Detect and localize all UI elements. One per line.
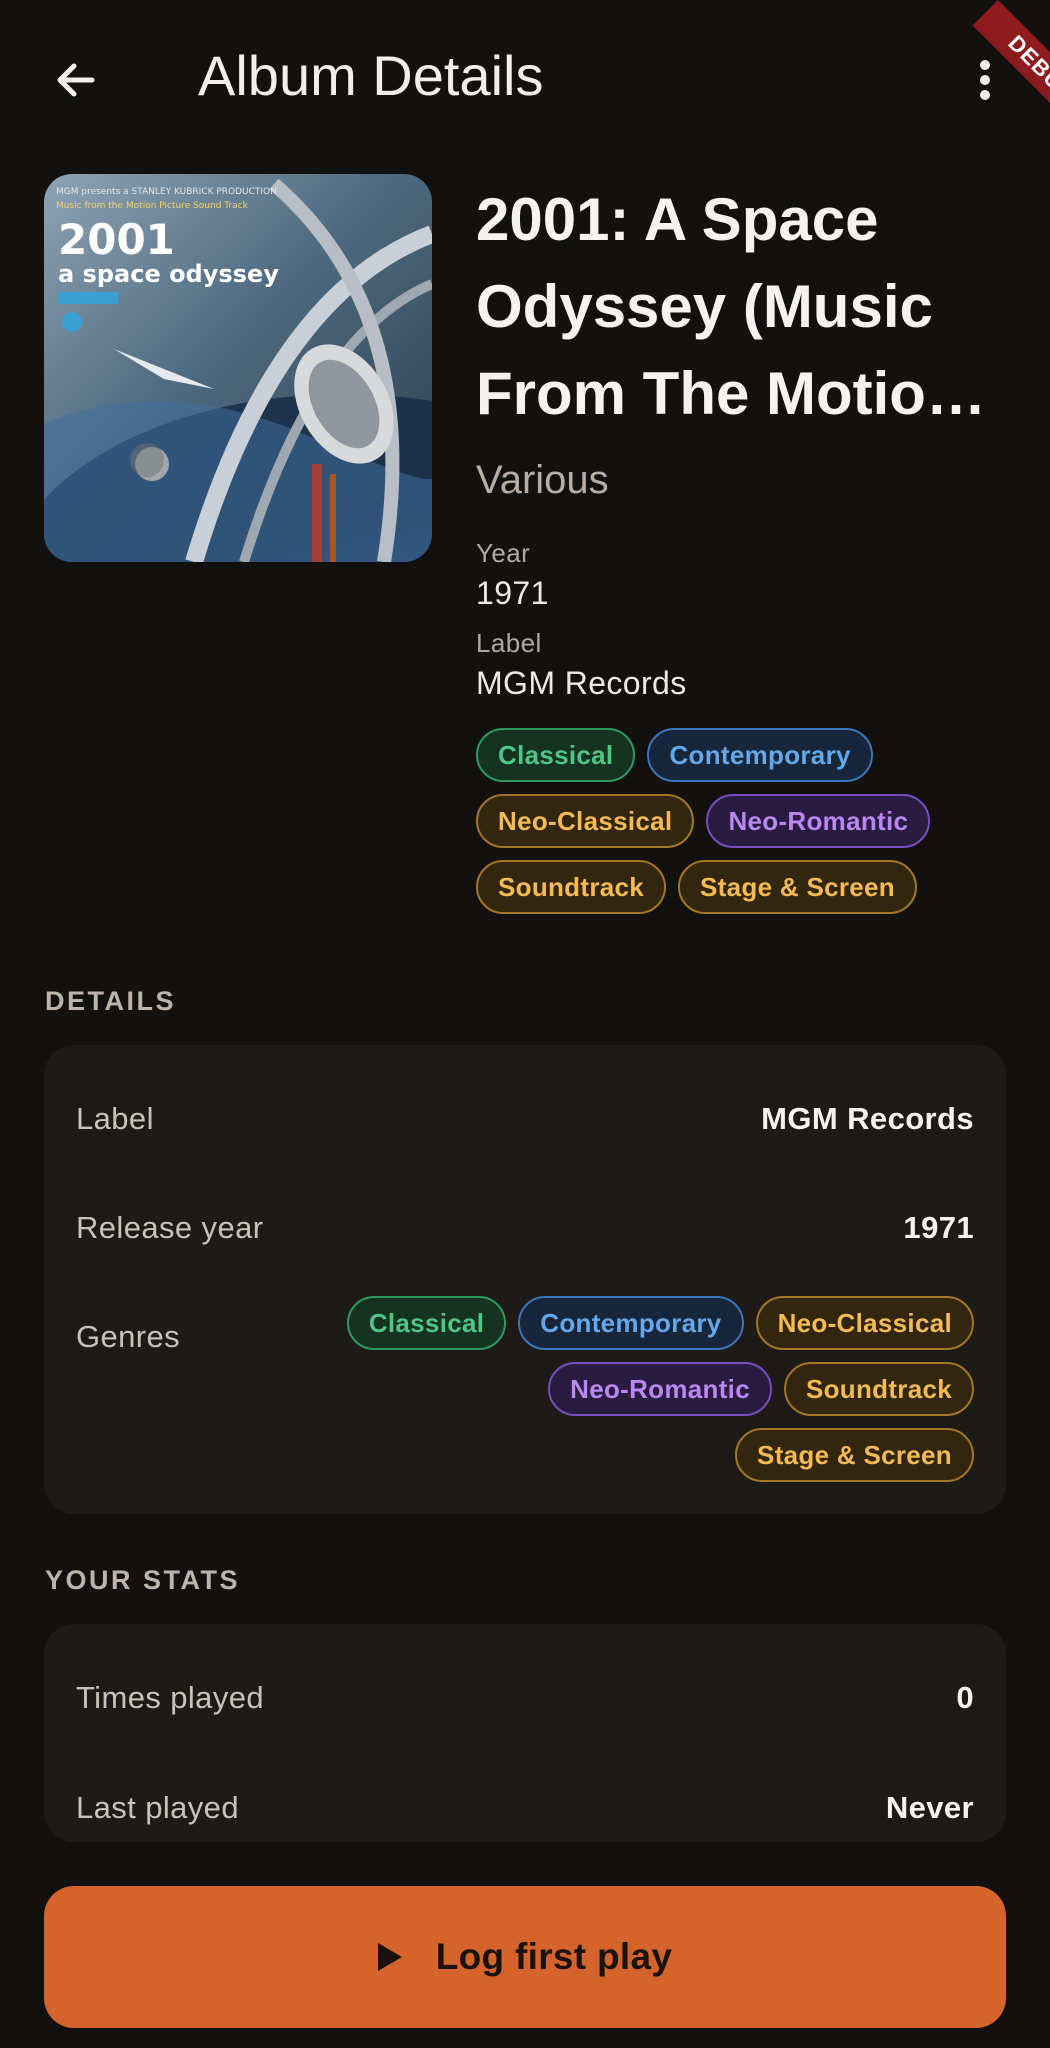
genre-chip[interactable]: Neo-Classical	[476, 794, 695, 848]
album-title: 2001: A Space Odyssey (Music From The Mo…	[476, 186, 963, 427]
times-played-label: Times played	[76, 1680, 264, 1715]
genre-chip[interactable]: Classical	[346, 1296, 507, 1350]
genre-chip[interactable]: Soundtrack	[476, 860, 667, 914]
details-label-row-label: Label	[76, 1101, 154, 1136]
times-played-value: 0	[956, 1680, 974, 1715]
svg-text:2001: 2001	[58, 215, 175, 264]
genre-chip[interactable]: Soundtrack	[783, 1362, 974, 1416]
genre-chip[interactable]: Stage & Screen	[735, 1428, 974, 1482]
album-artist: Various	[476, 458, 609, 502]
more-vert-icon	[980, 60, 990, 100]
year-label: Year	[476, 538, 531, 568]
arrow-back-icon	[57, 63, 95, 97]
log-first-play-button[interactable]: Log first play	[44, 1886, 1006, 2028]
album-cover-art: 2001 a space odyssey MGM presents a STAN…	[44, 174, 432, 562]
genre-chip[interactable]: Neo-Classical	[755, 1296, 974, 1350]
release-year-row-label: Release year	[76, 1210, 264, 1245]
record-label-value: MGM Records	[476, 665, 687, 701]
last-played-value: Never	[885, 1790, 974, 1825]
svg-text:a space odyssey: a space odyssey	[58, 260, 279, 288]
header-genre-chips: Classical Contemporary Neo-Classical Neo…	[476, 728, 996, 914]
release-year-row-value: 1971	[903, 1210, 974, 1245]
genre-chip[interactable]: Classical	[476, 728, 636, 782]
details-section-title: DETAILS	[45, 986, 176, 1016]
stats-card: Times played 0 Last played Never	[44, 1624, 1006, 1842]
back-button[interactable]	[36, 40, 116, 120]
genres-row-label: Genres	[76, 1319, 181, 1354]
genre-chip[interactable]: Neo-Romantic	[548, 1362, 772, 1416]
album-cover: 2001 a space odyssey MGM presents a STAN…	[44, 174, 432, 562]
genre-chip[interactable]: Contemporary	[518, 1296, 744, 1350]
stats-section-title: YOUR STATS	[45, 1565, 241, 1595]
year-value: 1971	[476, 575, 549, 611]
record-label-label: Label	[476, 628, 542, 658]
last-played-label: Last played	[76, 1790, 239, 1825]
genre-chip[interactable]: Neo-Romantic	[706, 794, 931, 848]
app-bar: Album Details DEBUG	[0, 0, 1050, 152]
page-title: Album Details	[198, 44, 544, 107]
play-icon	[377, 1943, 402, 1971]
genre-chip[interactable]: Contemporary	[647, 728, 873, 782]
details-card: Label MGM Records Release year 1971 Genr…	[44, 1045, 1006, 1514]
svg-text:Music from the Motion Picture: Music from the Motion Picture Sound Trac…	[56, 201, 249, 211]
genre-chip[interactable]: Stage & Screen	[678, 860, 917, 914]
svg-text:MGM presents a STANLEY KUBRICK: MGM presents a STANLEY KUBRICK PRODUCTIO…	[56, 187, 277, 197]
log-first-play-label: Log first play	[435, 1936, 673, 1977]
details-genre-chips: Classical Contemporary Neo-Classical Neo…	[334, 1296, 974, 1482]
details-label-row-value: MGM Records	[761, 1101, 974, 1136]
